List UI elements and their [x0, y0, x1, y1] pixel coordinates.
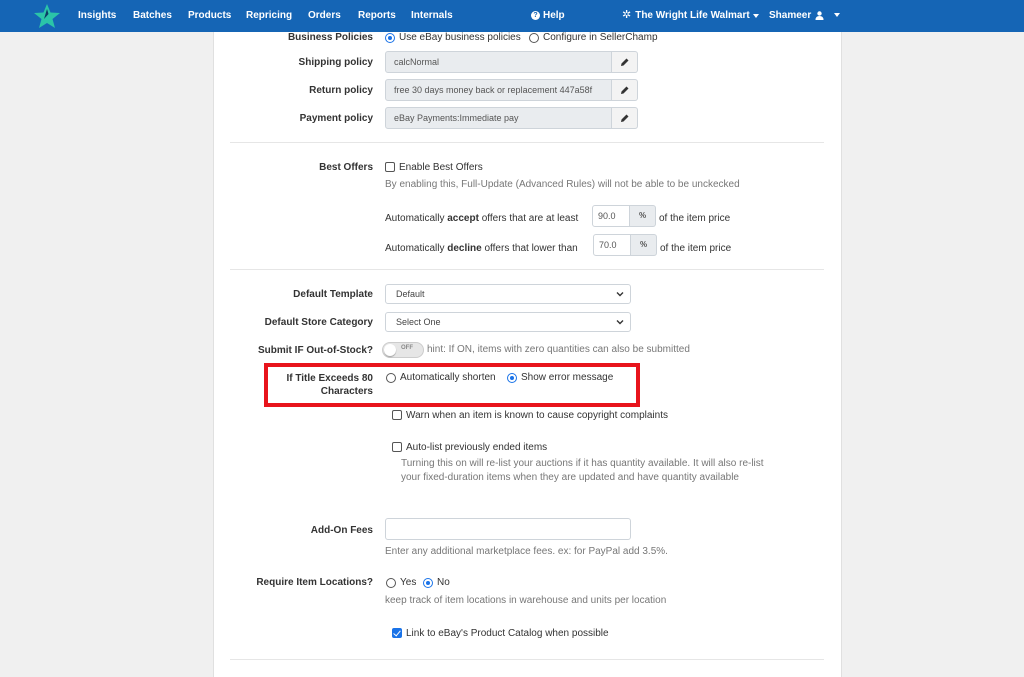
out-of-stock-toggle[interactable]: OFF — [382, 342, 424, 358]
payment-policy-field: eBay Payments:Immediate pay — [385, 107, 612, 129]
caret-down-icon — [834, 13, 841, 18]
shipping-policy-field: calcNormal — [385, 51, 612, 73]
edit-payment-button[interactable] — [612, 107, 638, 129]
nav-internals[interactable]: Internals — [411, 0, 453, 32]
user-icon — [815, 11, 824, 20]
chevron-down-icon — [616, 292, 624, 297]
payment-policy-label: Payment policy — [299, 113, 373, 124]
auto-list-hint: Turning this on will re-list your auctio… — [401, 458, 764, 483]
default-template-label: Default Template — [293, 289, 373, 300]
default-store-category-label: Default Store Category — [264, 317, 373, 328]
section-divider — [230, 269, 824, 270]
return-policy-field: free 30 days money back or replacement 4… — [385, 79, 612, 101]
out-of-stock-hint: hint: If ON, items with zero quantities … — [427, 344, 690, 355]
gear-icon: ✲ — [622, 9, 632, 21]
shipping-policy-label: Shipping policy — [298, 57, 373, 68]
toggle-knob — [384, 344, 396, 356]
add-on-fees-input[interactable] — [385, 518, 631, 540]
decline-offers-text: Automatically decline offers that lower … — [385, 243, 578, 254]
enable-best-offers-label[interactable]: Enable Best Offers — [399, 162, 483, 173]
auto-list-checkbox[interactable] — [392, 442, 402, 452]
nav-store-dropdown[interactable]: ✲ The Wright Life Walmart — [622, 0, 759, 32]
use-ebay-policies-label[interactable]: Use eBay business policies — [399, 32, 521, 43]
edit-shipping-button[interactable] — [612, 51, 638, 73]
accept-percent-input[interactable]: 90.0 — [592, 205, 630, 227]
nav-repricing[interactable]: Repricing — [246, 0, 292, 32]
product-catalog-label[interactable]: Link to eBay's Product Catalog when poss… — [406, 628, 609, 639]
radio-use-ebay-policies[interactable] — [385, 33, 395, 43]
top-navbar: Insights Batches Products Repricing Orde… — [0, 0, 1024, 32]
out-of-stock-label: Submit IF Out-of-Stock? — [258, 345, 373, 356]
locations-yes-label[interactable]: Yes — [400, 577, 416, 588]
accept-suffix: of the item price — [659, 213, 731, 224]
add-on-fees-hint: Enter any additional marketplace fees. e… — [385, 546, 668, 557]
nav-help[interactable]: ? Help — [531, 0, 565, 32]
pencil-icon — [621, 114, 629, 122]
default-template-select[interactable]: Default — [385, 284, 631, 304]
item-locations-hint: keep track of item locations in warehous… — [385, 595, 667, 606]
copyright-warning-label[interactable]: Warn when an item is known to cause copy… — [406, 410, 668, 421]
nav-batches[interactable]: Batches — [133, 0, 172, 32]
item-locations-label: Require Item Locations? — [256, 577, 373, 588]
radio-locations-no[interactable] — [423, 578, 433, 588]
star-logo-icon[interactable] — [33, 3, 61, 29]
chevron-down-icon — [616, 320, 624, 325]
pencil-icon — [621, 58, 629, 66]
product-catalog-checkbox[interactable] — [392, 628, 402, 638]
copyright-warning-checkbox[interactable] — [392, 410, 402, 420]
pencil-icon — [621, 86, 629, 94]
highlight-annotation-box — [264, 363, 640, 407]
nav-insights[interactable]: Insights — [78, 0, 116, 32]
decline-suffix: of the item price — [660, 243, 732, 254]
store-category-select[interactable]: Select One — [385, 312, 631, 332]
enable-best-offers-checkbox[interactable] — [385, 162, 395, 172]
question-icon: ? — [531, 10, 540, 20]
configure-sellerchamp-label[interactable]: Configure in SellerChamp — [543, 32, 658, 43]
percent-addon: % — [631, 234, 657, 256]
edit-return-button[interactable] — [612, 79, 638, 101]
decline-percent-input[interactable]: 70.0 — [593, 234, 631, 256]
percent-addon: % — [630, 205, 656, 227]
nav-reports[interactable]: Reports — [358, 0, 396, 32]
nav-orders[interactable]: Orders — [308, 0, 341, 32]
nav-user-dropdown[interactable]: Shameer — [769, 0, 841, 32]
section-divider — [230, 659, 824, 660]
best-offers-hint: By enabling this, Full-Update (Advanced … — [385, 179, 740, 190]
accept-offers-text: Automatically accept offers that are at … — [385, 213, 579, 224]
radio-configure-sellerchamp[interactable] — [529, 33, 539, 43]
caret-down-icon — [752, 13, 759, 18]
nav-products[interactable]: Products — [188, 0, 231, 32]
business-policies-label: Business Policies — [287, 32, 373, 43]
radio-locations-yes[interactable] — [386, 578, 396, 588]
return-policy-label: Return policy — [309, 85, 373, 96]
auto-list-label[interactable]: Auto-list previously ended items — [406, 442, 547, 453]
add-on-fees-label: Add-On Fees — [310, 525, 373, 536]
locations-no-label[interactable]: No — [437, 577, 450, 588]
best-offers-label: Best Offers — [319, 162, 373, 173]
section-divider — [230, 142, 824, 143]
